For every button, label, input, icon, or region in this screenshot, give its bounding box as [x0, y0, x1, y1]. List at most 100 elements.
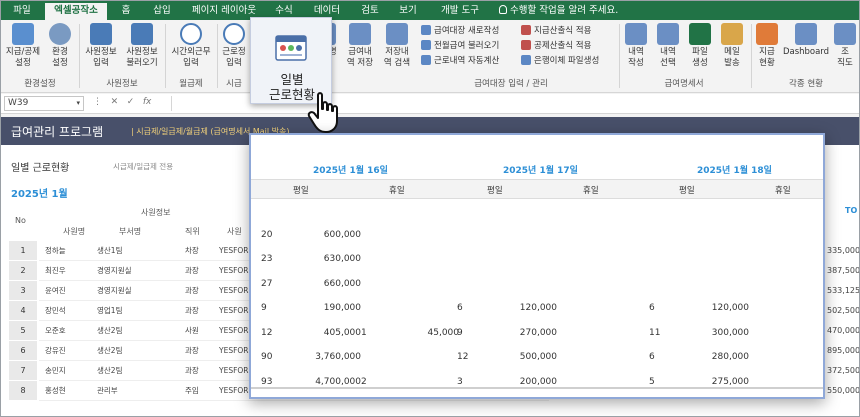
table-row[interactable]: 12 405,000 1 45,000 9 270,000 11 300,000 — [251, 322, 823, 346]
statement-create-button[interactable]: 내역 작성 — [621, 23, 651, 69]
btn-label: 현황 — [759, 58, 775, 68]
hours-cell: 6 — [457, 303, 463, 313]
cell-pos: 과장 — [185, 306, 199, 315]
table-row[interactable]: 6 강유진 생산2팀 과장 YESFOR — [9, 341, 549, 361]
work-record-input-button[interactable]: 근로정 입력 — [219, 23, 249, 69]
document-select-icon — [657, 23, 679, 45]
tab-review[interactable]: 검토 — [353, 1, 387, 20]
day-header-3: 2025년 1월 18일 — [697, 166, 772, 176]
tab-file[interactable]: 파일 — [3, 1, 41, 20]
btn-label: 지급산출식 적용 — [534, 26, 592, 36]
table-row[interactable]: 1 정하늘 생산1팀 차장 YESFOR — [9, 241, 549, 261]
btn-label: 전월급여 불러오기 — [434, 41, 500, 51]
tab-excel-workshop[interactable]: 엑셀공작소 — [45, 3, 107, 20]
group-divider — [751, 24, 752, 88]
group-divider — [619, 24, 620, 88]
year-month-label: 2025년 1월 — [11, 189, 68, 200]
excel-window: 파일 엑셀공작소 홈 삽입 페이지 레이아웃 수식 데이터 검토 보기 개발 도… — [0, 0, 860, 417]
company-header: 사원 — [227, 227, 242, 236]
table-row[interactable]: 20 600,000 — [251, 224, 823, 248]
hours-cell: 11 — [649, 327, 661, 338]
auto-calc-button[interactable]: 근로내역 자동계산 — [421, 55, 499, 67]
weekday-header: 평일 — [679, 186, 695, 196]
pay-deduct-settings-button[interactable]: 지급/공제 설정 — [3, 23, 43, 69]
tab-view[interactable]: 보기 — [391, 1, 425, 20]
table-row[interactable]: 7 송민지 생산2팀 과장 YESFOR — [9, 361, 549, 381]
org-chart-button[interactable]: 조 직도 — [831, 23, 859, 69]
dashboard-button[interactable]: Dashboard — [781, 23, 831, 58]
cell-name: 오준호 — [45, 326, 66, 335]
cell-dept: 관리부 — [97, 386, 118, 395]
cancel-icon[interactable]: ✕ — [111, 97, 119, 107]
row-number: 7 — [9, 361, 37, 380]
hours-cell: 90 — [261, 352, 273, 362]
btn-label: 사원정보 — [85, 47, 117, 57]
employee-info-header: 사원정보 — [141, 208, 171, 217]
btn-label: 시간외근무 — [171, 47, 211, 57]
table-row[interactable]: 2 최진우 경영지원실 과장 YESFOR — [9, 261, 549, 281]
table-row[interactable]: 8 홍성현 관리부 주임 YESFOR — [9, 381, 549, 401]
bank-transfer-button[interactable]: 은행이체 파일생성 — [521, 55, 599, 67]
group-label: 사원정보 — [106, 79, 138, 89]
overtime-input-button[interactable]: 시간외근무 입력 — [167, 23, 215, 69]
table-row[interactable]: 90 3,760,000 12 500,000 6 280,000 — [251, 346, 823, 370]
employee-input-button[interactable]: 사원정보 입력 — [81, 23, 121, 69]
payment-status-button[interactable]: 지급 현황 — [753, 23, 781, 69]
apply-deduct-formula-button[interactable]: 공제산출식 적용 — [521, 40, 591, 52]
btn-label: 급여대장 새로작성 — [434, 26, 500, 36]
cell-comp: YESFOR — [219, 246, 249, 255]
cell-comp: YESFOR — [219, 326, 249, 335]
amount-cell: 4,700,000 — [315, 376, 361, 387]
total-header: TO — [845, 206, 858, 215]
cell-name: 송민지 — [45, 366, 66, 375]
cell-name: 최진우 — [45, 266, 66, 275]
panel-bottom-border — [251, 387, 823, 389]
saved-search-button[interactable]: 저장내 역 검색 — [379, 23, 415, 69]
fx-icon[interactable]: fx — [143, 97, 152, 107]
statement-select-button[interactable]: 내역 선택 — [653, 23, 683, 69]
apply-pay-formula-button[interactable]: 지급산출식 적용 — [521, 25, 591, 37]
tab-insert[interactable]: 삽입 — [145, 1, 179, 20]
pay-settings-icon — [12, 23, 34, 45]
table-row[interactable]: 93 4,700,000 2 3 200,000 5 275,000 — [251, 371, 823, 395]
btn-label: Dashboard — [782, 47, 830, 57]
bank-icon — [521, 55, 531, 65]
table-row[interactable]: 27 660,000 — [251, 273, 823, 297]
org-chart-icon — [834, 23, 856, 45]
table-row[interactable]: 9 190,000 6 120,000 6 120,000 — [251, 297, 823, 321]
table-row[interactable]: 5 오준호 생산2팀 사원 YESFOR — [9, 321, 549, 341]
group-divider — [217, 24, 218, 88]
btn-label: 내역 — [660, 47, 676, 57]
tab-home[interactable]: 홈 — [111, 1, 141, 20]
confirm-icon[interactable]: ✓ — [127, 97, 135, 107]
row-number: 4 — [9, 301, 37, 320]
file-create-button[interactable]: 파일 생성 — [685, 23, 715, 69]
table-row[interactable]: 4 장민석 영업1팀 과장 YESFOR — [9, 301, 549, 321]
hours-cell: 9 — [261, 303, 267, 313]
total-value-cell: 533,125 — [827, 286, 860, 295]
tab-developer[interactable]: 개발 도구 — [431, 1, 489, 20]
group-label: 급여대장 입력 / 관리 — [474, 79, 548, 89]
mail-send-button[interactable]: 메일 발송 — [717, 23, 747, 69]
hours-cell: 1 — [361, 327, 367, 338]
table-row[interactable]: 23 630,000 — [251, 248, 823, 272]
name-box[interactable]: W39 ▾ — [4, 96, 84, 111]
cell-name: 홍성현 — [45, 386, 66, 395]
lightbulb-icon — [499, 5, 507, 14]
payroll-save-button[interactable]: 급여내 역 저장 — [343, 23, 377, 69]
btn-label: 작성 — [628, 58, 644, 68]
env-settings-button[interactable]: 환경 설정 — [45, 23, 75, 69]
load-last-month-button[interactable]: 전월급여 불러오기 — [421, 40, 499, 52]
total-value-cell: 550,000 — [827, 386, 860, 395]
btn-label: 환경 — [52, 47, 68, 57]
new-payroll-button[interactable]: 급여대장 새로작성 — [421, 25, 499, 37]
table-row[interactable] — [251, 199, 823, 223]
calc-icon — [421, 55, 431, 65]
employee-load-button[interactable]: 사원정보 불러오기 — [121, 23, 163, 69]
hand-cursor-icon — [307, 92, 338, 133]
group-label: 환경설정 — [24, 79, 56, 89]
table-row[interactable]: 3 윤여진 경영지원실 과장 YESFOR — [9, 281, 549, 301]
hours-cell: 3 — [457, 376, 463, 387]
name-header: 사원명 — [63, 227, 86, 236]
tell-me-search[interactable]: 수행할 작업을 알려 주세요. — [499, 1, 639, 20]
